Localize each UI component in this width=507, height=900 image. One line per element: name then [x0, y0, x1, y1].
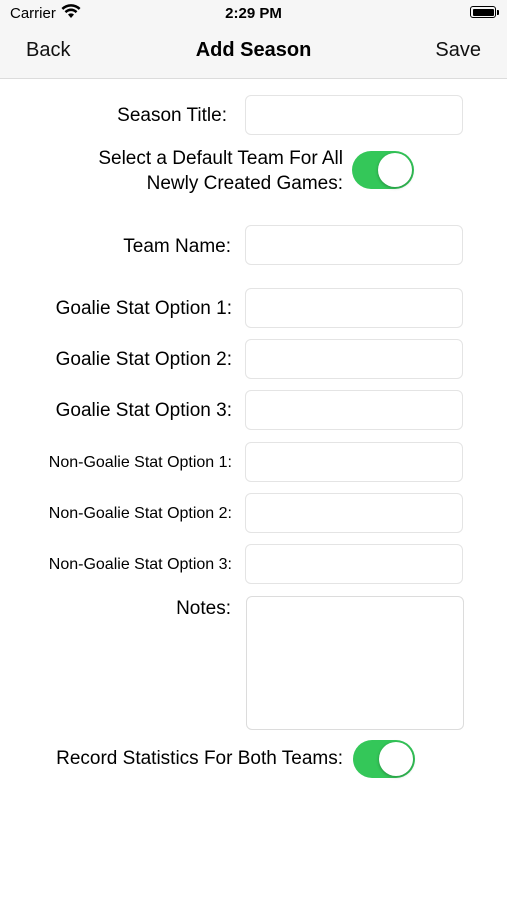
- non-goalie-stat-3-label: Non-Goalie Stat Option 3:: [48, 556, 232, 573]
- status-bar: Carrier 2:29 PM: [0, 0, 507, 26]
- non-goalie-stat-1-input[interactable]: [245, 442, 463, 482]
- record-both-teams-label: Record Statistics For Both Teams:: [56, 748, 343, 769]
- goalie-stat-1-label: Goalie Stat Option 1:: [55, 298, 232, 319]
- goalie-stat-3-label: Goalie Stat Option 3:: [55, 400, 232, 421]
- record-both-teams-toggle[interactable]: [353, 740, 415, 778]
- season-title-input[interactable]: [245, 95, 463, 135]
- non-goalie-stat-1-label: Non-Goalie Stat Option 1:: [48, 454, 232, 471]
- default-team-label-line1: Select a Default Team For All: [98, 148, 343, 169]
- non-goalie-stat-2-input[interactable]: [245, 493, 463, 533]
- notes-label: Notes:: [176, 598, 231, 619]
- season-title-label: Season Title:: [117, 105, 227, 126]
- notes-textarea[interactable]: [246, 596, 464, 730]
- team-name-label: Team Name:: [123, 236, 231, 257]
- goalie-stat-3-input[interactable]: [245, 390, 463, 430]
- team-name-input[interactable]: [245, 225, 463, 265]
- navigation-bar: Back Add Season Save: [0, 26, 507, 79]
- goalie-stat-2-label: Goalie Stat Option 2:: [55, 349, 232, 370]
- clock: 2:29 PM: [225, 5, 282, 22]
- default-team-toggle[interactable]: [352, 151, 414, 189]
- goalie-stat-2-input[interactable]: [245, 339, 463, 379]
- page-title: Add Season: [195, 39, 312, 61]
- toggle-knob: [378, 153, 412, 187]
- non-goalie-stat-3-input[interactable]: [245, 544, 463, 584]
- goalie-stat-1-input[interactable]: [245, 288, 463, 328]
- battery-icon: [470, 6, 496, 18]
- default-team-label-line2: Newly Created Games:: [146, 173, 343, 194]
- battery-tip: [497, 10, 499, 15]
- non-goalie-stat-2-label: Non-Goalie Stat Option 2:: [48, 505, 232, 522]
- toggle-knob: [379, 742, 413, 776]
- save-button[interactable]: Save: [435, 39, 481, 62]
